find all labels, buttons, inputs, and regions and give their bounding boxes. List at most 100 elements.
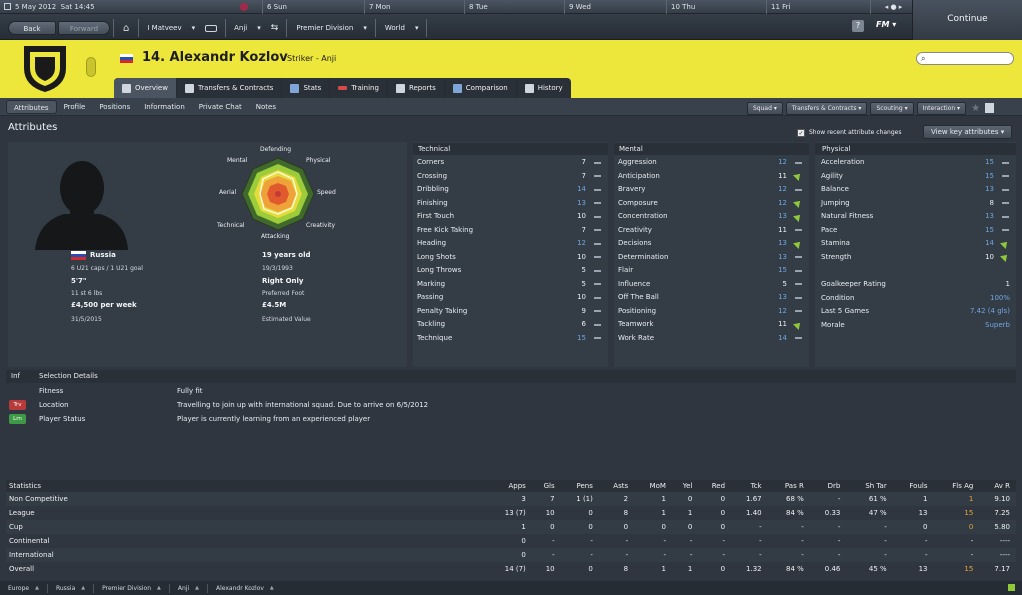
dropdown-arrow-icon[interactable]: ▾ [410,24,424,32]
search-input[interactable]: ⌕ [916,52,1014,65]
stat-column-header[interactable]: Pens [561,480,599,492]
reorder-icon[interactable] [86,57,96,77]
view-key-attributes-button[interactable]: View key attributes ▾ [923,125,1013,139]
stat-column-header[interactable]: Asts [599,480,634,492]
calendar-day[interactable]: 8 Tue [464,0,564,14]
attribute-row[interactable]: Free Kick Taking 7 [417,224,604,238]
dropdown-arrow-icon[interactable]: ▾ [358,24,372,32]
condition-row[interactable]: Condition 100% [821,292,1012,306]
breadcrumb-expand-icon[interactable]: ▲ [35,585,39,591]
interaction-dropdown[interactable]: Interaction ▾ [916,101,967,115]
checkbox[interactable]: ✓ [797,128,805,137]
stat-row[interactable]: Non Competitive 3 7 1 (1) 2 1 0 0 1.67 68 % - 61 % 1… [6,492,1016,506]
continue-button[interactable]: Continue [912,0,1022,40]
home-icon[interactable]: ⌂ [117,23,135,34]
breadcrumb-item[interactable]: Anji [178,585,189,592]
tab-comparison[interactable]: Comparison [445,78,517,98]
squad-dropdown[interactable]: Squad ▾ [747,101,783,115]
attribute-row[interactable]: Long Throws 5 [417,264,604,278]
breadcrumb-item[interactable]: Russia [56,585,75,592]
attribute-row[interactable]: Penalty Taking 9 [417,305,604,319]
selection-row[interactable]: Trv Location Travelling to join up with in… [6,398,1016,412]
subnav-notes[interactable]: Notes [249,100,283,114]
attribute-row[interactable]: Work Rate 14 [618,332,805,346]
calendar-bar[interactable]: 5 May 2012 Sat 14:45 6 Sun 7 Mon 8 Tue 9… [0,0,912,14]
stat-column-header[interactable]: Av R [979,480,1016,492]
attribute-row[interactable]: Positioning 12 [618,305,805,319]
attribute-row[interactable]: Agility 15 [821,170,1012,184]
status-badge[interactable]: Trv [9,400,26,410]
breadcrumb-item[interactable]: Premier Division [102,585,151,592]
attribute-row[interactable]: Creativity 11 [618,224,805,238]
breadcrumb-expand-icon[interactable]: ▲ [81,585,85,591]
tab-history[interactable]: History [517,78,571,98]
help-button[interactable]: ? [852,20,864,32]
calendar-day[interactable]: 11 Fri [766,0,870,14]
stat-row[interactable]: International 0- - - - - - - - - - - - ---- [6,548,1016,562]
attribute-row[interactable]: Technique 15 [417,332,604,346]
attribute-row[interactable]: Influence 5 [618,278,805,292]
attribute-row[interactable]: Decisions 13 [618,237,805,251]
nationality[interactable]: Russia [90,251,116,259]
tab-overview[interactable]: Overview [114,78,177,98]
stat-row[interactable]: Overall 14 (7) 10 0 8 1 1 0 1.32 84 % 0.46 45 % 13 15… [6,562,1016,576]
attribute-row[interactable]: Aggression 12 [618,156,805,170]
notes-icon[interactable] [985,103,995,113]
attribute-row[interactable]: Passing 10 [417,291,604,305]
club-menu[interactable]: Anji [229,24,252,32]
stat-column-header[interactable]: Apps [486,480,532,492]
breadcrumb-expand-icon[interactable]: ▲ [270,585,274,591]
inbox-icon[interactable] [205,24,218,32]
attribute-row[interactable]: Corners 7 [417,156,604,170]
calendar-day[interactable]: 6 Sun [262,0,364,14]
show-recent-changes[interactable]: ✓ Show recent attribute changes [797,127,901,138]
forward-button[interactable]: Forward [58,21,110,35]
star-icon[interactable]: ★ [971,103,980,114]
stat-column-header[interactable]: Tck [731,480,768,492]
stat-row[interactable]: League 13 (7) 10 0 8 1 1 0 1.40 84 % 0.33 47 % 13 15 7… [6,506,1016,520]
fm-menu-button[interactable]: FM ▾ [876,20,896,29]
condition-row[interactable]: Morale Superb [821,319,1012,333]
swap-icon[interactable]: ⇆ [266,23,284,33]
breadcrumb-item[interactable]: Europe [8,585,29,592]
subnav-attributes[interactable]: Attributes [6,100,57,114]
calendar-day[interactable]: 7 Mon [364,0,464,14]
stat-column-header[interactable]: Sh Tar [846,480,892,492]
condition-row[interactable]: Goalkeeper Rating 1 [821,278,1012,292]
tab-reports[interactable]: Reports [388,78,445,98]
calendar-day[interactable]: 9 Wed [564,0,666,14]
attribute-row[interactable]: Balance 13 [821,183,1012,197]
condition-row[interactable]: Last 5 Games 7.42 (4 gls) [821,305,1012,319]
attribute-row[interactable]: Anticipation 11 [618,170,805,184]
stat-column-header[interactable]: MoM [634,480,672,492]
tab-stats[interactable]: Stats [282,78,331,98]
attribute-row[interactable]: First Touch 10 [417,210,604,224]
selection-row[interactable]: Lrn Player Status Player is currently lear… [6,412,1016,426]
stat-column-header[interactable]: Red [698,480,731,492]
calendar-scroll[interactable]: ◂ ● ▸ [870,0,912,14]
scouting-dropdown[interactable]: Scouting ▾ [870,101,914,115]
attribute-row[interactable]: Jumping 8 [821,197,1012,211]
attribute-row[interactable]: Stamina 14 [821,237,1012,251]
stat-column-header[interactable]: Pas R [768,480,810,492]
attribute-row[interactable]: Flair 15 [618,264,805,278]
attribute-row[interactable]: Bravery 12 [618,183,805,197]
dropdown-arrow-icon[interactable]: ▾ [252,24,266,32]
stat-column-header[interactable]: Fls Ag [933,480,979,492]
back-button[interactable]: Back [8,21,56,35]
subnav-profile[interactable]: Profile [57,100,93,114]
breadcrumb-expand-icon[interactable]: ▲ [195,585,199,591]
attribute-row[interactable]: Dribbling 14 [417,183,604,197]
stat-column-header[interactable]: Drb [810,480,847,492]
attribute-row[interactable]: Natural Fitness 13 [821,210,1012,224]
attribute-row[interactable]: Determination 13 [618,251,805,265]
selection-row[interactable]: Fitness Fully fit [6,384,1016,398]
attribute-row[interactable]: Strength 10 [821,251,1012,265]
tab-training[interactable]: Training [330,78,388,98]
attribute-row[interactable]: Finishing 13 [417,197,604,211]
attribute-row[interactable]: Pace 15 [821,224,1012,238]
status-badge[interactable]: Lrn [9,414,26,424]
transfers-dropdown[interactable]: Transfers & Contracts ▾ [785,101,868,115]
attribute-row[interactable]: Marking 5 [417,278,604,292]
tab-transfers-contracts[interactable]: Transfers & Contracts [177,78,283,98]
